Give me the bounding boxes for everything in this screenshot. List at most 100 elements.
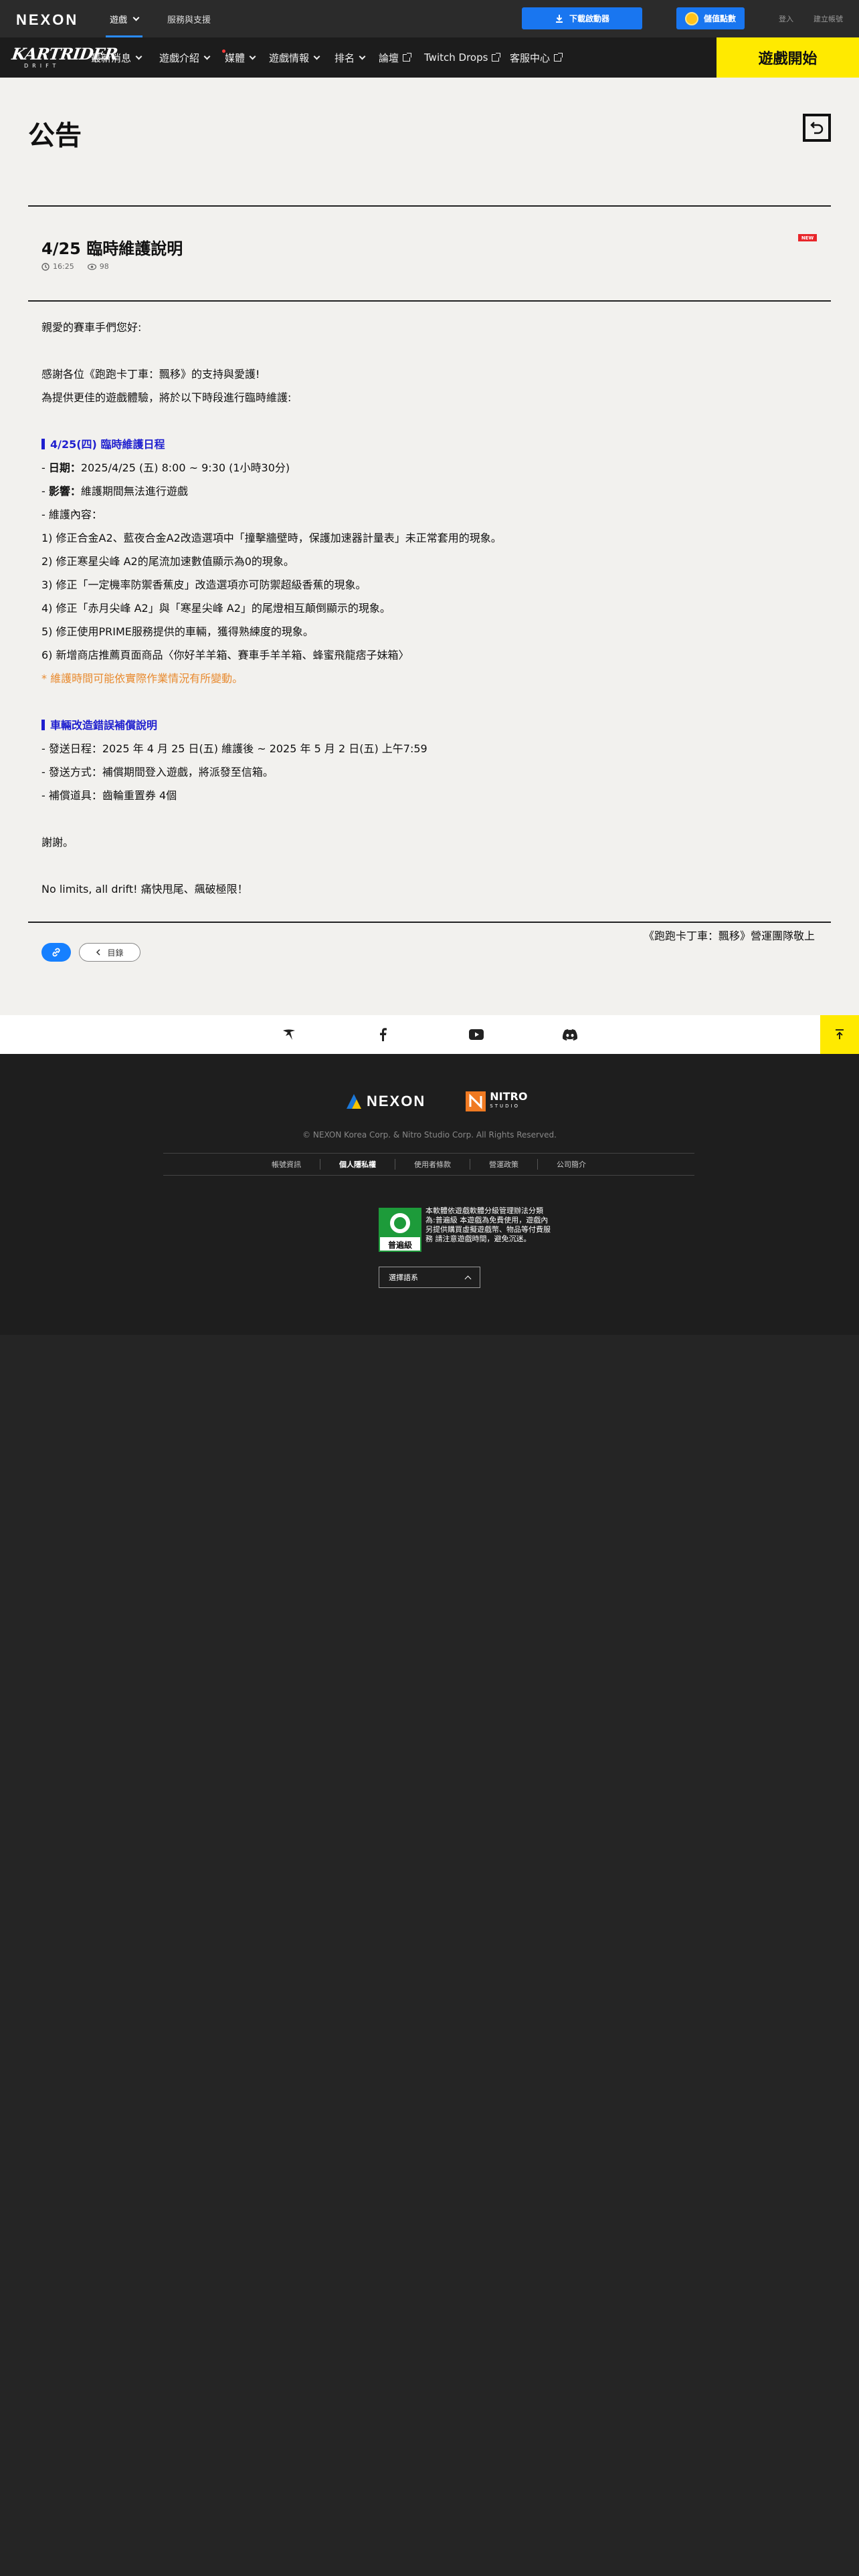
page-title: 公告 <box>28 120 82 151</box>
body-line: No limits, all drift! 痛快甩尾、飆破極限！ <box>41 883 248 895</box>
youtube-icon[interactable] <box>468 1027 484 1043</box>
coin-icon <box>684 11 698 25</box>
scroll-to-top-button[interactable] <box>820 1015 859 1054</box>
signup-link[interactable]: 建立帳號 <box>814 13 843 24</box>
body-line: 親愛的賽車手們您好: <box>41 321 142 334</box>
nav-forum-label: 論壇 <box>379 51 399 64</box>
nitro-mark-icon <box>466 1091 486 1111</box>
nav-news[interactable]: 最新消息 <box>91 37 225 78</box>
nav-twitch-drops[interactable]: Twitch Drops <box>424 37 501 78</box>
footer-link-company[interactable]: 公司簡介 <box>538 1159 605 1170</box>
chevron-up-icon <box>464 1275 472 1282</box>
age-rating-badge: 普遍級 <box>379 1208 421 1252</box>
clock-icon <box>41 262 50 271</box>
body-line: - 發送方式：補償期間登入遊戲，將派發至信箱。 <box>41 766 274 778</box>
divider <box>28 205 831 207</box>
copy-link-button[interactable] <box>41 943 71 962</box>
game-start-button[interactable]: 遊戲開始 <box>717 37 859 78</box>
nav-support[interactable]: 客服中心 <box>510 37 563 78</box>
body-line: 6) 新增商店推薦頁面商品〈你好羊羊箱、賽車手羊羊箱、蜂蜜飛龍痞子妹箱〉 <box>41 649 409 661</box>
tab-games-label: 遊戲 <box>110 15 128 25</box>
social-bar <box>0 1015 859 1054</box>
download-label: 下載啟動器 <box>569 14 609 23</box>
footer-nexon-text: NEXON <box>367 1093 426 1109</box>
nav-media[interactable]: 媒體 <box>225 37 256 78</box>
body-line: 1) 修正合金A2、藍夜合金A2改造選項中「撞擊牆壁時，保護加速器計量表」未正常… <box>41 532 502 544</box>
arrow-up-icon <box>836 1029 844 1039</box>
nav-twitch-drops-label: Twitch Drops <box>424 51 488 64</box>
nexon-logo[interactable]: NEXON <box>16 11 78 29</box>
body-line: - 補償道具：齒輪重置券 4個 <box>41 789 177 802</box>
divider <box>28 922 831 923</box>
return-icon <box>810 122 824 134</box>
post-meta: 16:25 98 <box>41 262 109 271</box>
eye-icon <box>87 263 96 270</box>
login-link[interactable]: 登入 <box>779 13 793 24</box>
post-body: 親愛的賽車手們您好: 感謝各位《跑跑卡丁車：飄移》的支持與愛護! 為提供更佳的遊… <box>41 320 818 952</box>
body-line: - 發送日程：2025 年 4 月 25 日(五) 維護後 ~ 2025 年 5… <box>41 742 427 755</box>
rating-ring-icon <box>390 1213 410 1233</box>
post-time-value: 16:25 <box>53 262 74 271</box>
footer: NEXON NITRO STUDIO © NEXON Korea Corp. &… <box>0 1054 859 1335</box>
footer-link-terms[interactable]: 使用者條款 <box>395 1159 470 1170</box>
body-line: 5) 修正使用PRIME服務提供的車輛，獲得熟練度的現象。 <box>41 625 314 638</box>
divider <box>28 300 831 302</box>
link-icon <box>52 948 60 957</box>
download-icon <box>555 14 563 23</box>
top-up-points-button[interactable]: 儲值點數 <box>676 7 745 29</box>
body-line: 2) 修正寒星尖峰 A2的尾流加速數值顯示為0的現象。 <box>41 555 294 568</box>
body-line: 感謝各位《跑跑卡丁車：飄移》的支持與愛護! <box>41 368 260 381</box>
nav-forum[interactable]: 論壇 <box>379 37 412 78</box>
footer-link-account[interactable]: 帳號資訊 <box>253 1159 320 1170</box>
nav-game-info[interactable]: 遊戲情報 <box>269 37 320 78</box>
nav-game-intro-label: 遊戲介紹 <box>159 51 200 64</box>
post-time: 16:25 <box>41 262 74 271</box>
chevron-left-icon <box>96 949 101 956</box>
chevron-down-icon <box>132 14 140 21</box>
points-label: 儲值點數 <box>703 14 736 23</box>
nav-ranking-label: 排名 <box>335 51 355 64</box>
footer-link-policy[interactable]: 營運政策 <box>470 1159 538 1170</box>
section-heading-compensation: 車輛改造錯誤補償說明 <box>41 718 818 733</box>
nexon-mark-icon <box>347 1094 361 1109</box>
chevron-down-icon <box>313 53 320 60</box>
footer-nexon-logo[interactable]: NEXON <box>345 1093 425 1110</box>
external-link-icon <box>492 52 501 62</box>
nav-game-intro[interactable]: 遊戲介紹 <box>159 37 211 78</box>
nav-news-label: 最新消息 <box>91 51 132 64</box>
rating-description: 本軟體依遊戲軟體分級管理辦法分類為:普遍級 本遊戲為免費使用，遊戲內另提供購買虛… <box>425 1206 551 1243</box>
kartrider-logo[interactable]: KARTRIDER DRIFT <box>11 44 118 72</box>
kartrider-icon[interactable] <box>281 1027 297 1043</box>
signature-line: 《跑跑卡丁車：飄移》營運團隊敬上 <box>643 930 815 942</box>
download-launcher-button[interactable]: 下載啟動器 <box>522 7 642 29</box>
tab-support[interactable]: 服務與支援 <box>167 0 211 37</box>
chevron-down-icon <box>249 53 256 60</box>
back-button[interactable] <box>803 114 831 142</box>
footer-nitro-logo[interactable]: NITRO STUDIO <box>466 1091 527 1111</box>
kartrider-logo-sub: DRIFT <box>24 63 60 69</box>
post-views: 98 <box>87 262 109 271</box>
nav-media-label: 媒體 <box>225 51 246 64</box>
footer-link-privacy[interactable]: 個人隱私權 <box>320 1159 395 1170</box>
external-link-icon <box>554 52 563 62</box>
list-button[interactable]: 目錄 <box>79 943 140 962</box>
body-line: 3) 修正「一定機率防禦香蕉皮」改造選項亦可防禦超級香蕉的現象。 <box>41 578 367 591</box>
facebook-icon[interactable] <box>375 1027 391 1043</box>
footer-nitro-text: NITRO <box>490 1090 528 1103</box>
tab-games[interactable]: 遊戲 <box>105 0 143 37</box>
external-link-icon <box>403 52 412 62</box>
discord-icon[interactable] <box>562 1027 578 1043</box>
copyright: © NEXON Korea Corp. & Nitro Studio Corp.… <box>302 1130 557 1140</box>
new-badge: NEW <box>798 234 817 241</box>
body-line: - 維護內容： <box>41 508 102 521</box>
nav-ranking[interactable]: 排名 <box>335 37 366 78</box>
language-select[interactable]: 選擇語系 <box>379 1267 480 1288</box>
nav-support-label: 客服中心 <box>510 51 551 64</box>
post-title: 4/25 臨時維護說明 <box>41 239 183 258</box>
nav-game-info-label: 遊戲情報 <box>269 51 310 64</box>
